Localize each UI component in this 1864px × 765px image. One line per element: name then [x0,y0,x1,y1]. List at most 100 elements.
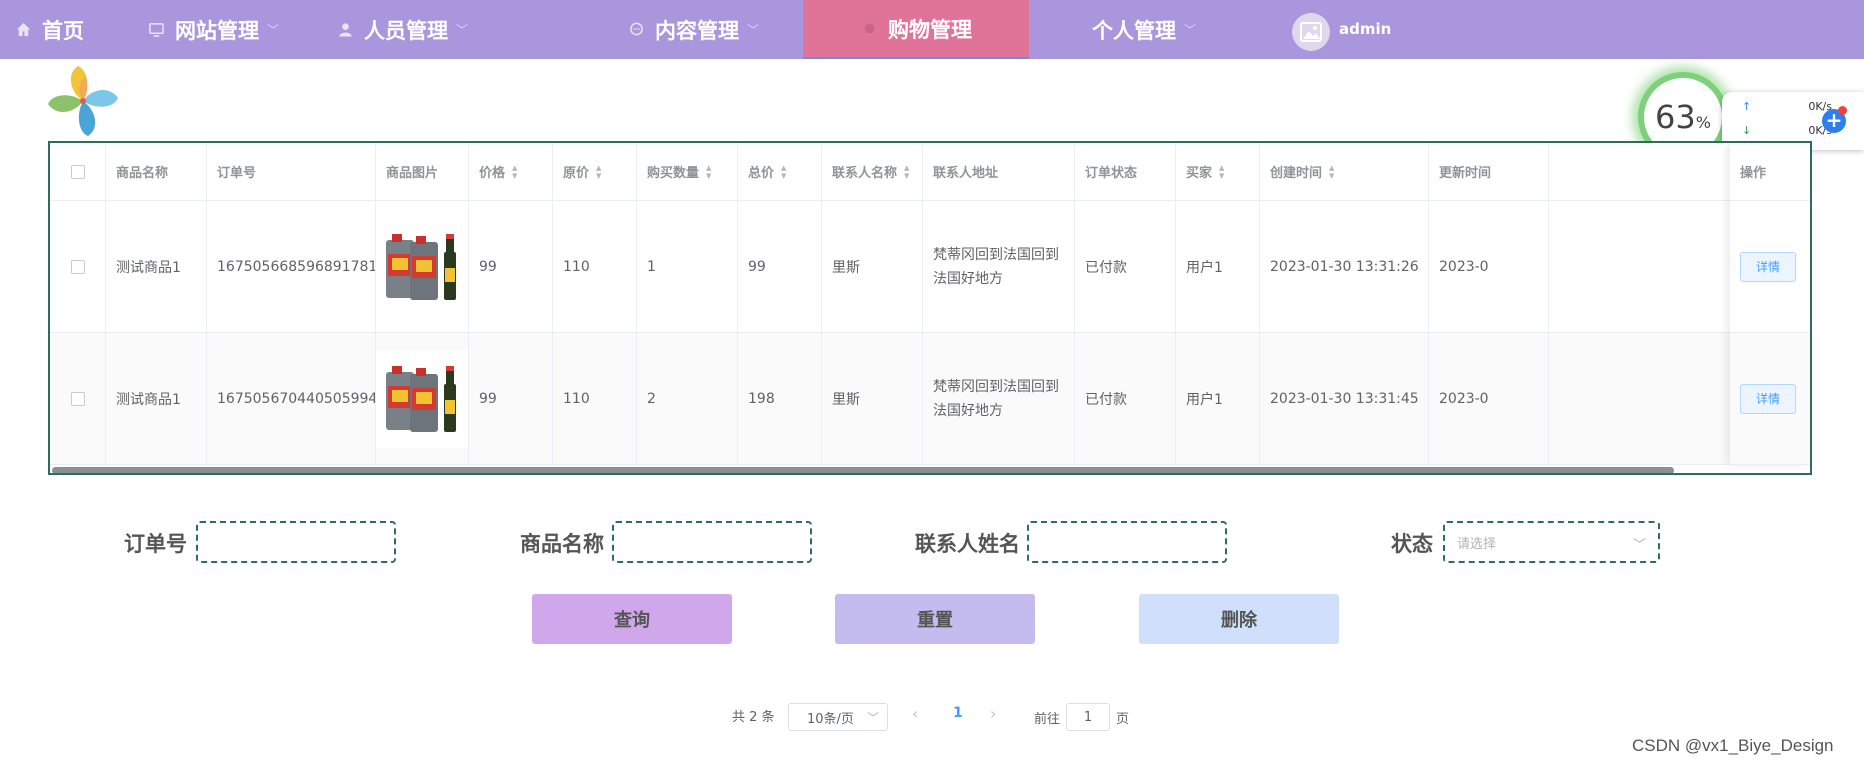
row-checkbox[interactable] [70,259,85,274]
orders-table: 商品名称 订单号 商品图片 价格 ▲ ▼ 原价 ▲ ▼ 购买数量 ▲ ▼ 总价 ▲ ▼ 联系人名… [48,141,1812,475]
download-speed-row: ↓ 0K/s [1742,124,1832,137]
sort-icon[interactable]: ▲ ▼ [781,164,786,180]
nav-people-management-label: 人员管理 [364,18,448,43]
col-buyer[interactable]: 买家 ▲ ▼ [1176,143,1260,200]
col-order-status: 订单状态 [1075,143,1176,200]
sort-icon[interactable]: ▲ ▼ [512,164,517,180]
delete-button[interactable]: 删除 [1139,594,1339,644]
nav-home[interactable]: 首页 [14,0,84,59]
detail-button[interactable]: 详情 [1740,383,1796,414]
soy-sauce-image [386,365,456,432]
chevron-down-icon: ﹀ [1632,538,1646,553]
cell-quantity: 1 [637,201,738,332]
cell-total: 198 [738,333,822,464]
operations-column: 操作 详情 详情 [1730,143,1810,465]
sort-icon[interactable]: ▲ ▼ [1219,164,1224,180]
select-all-cell [50,143,106,200]
col-original-price[interactable]: 原价 ▲ ▼ [553,143,637,200]
row-checkbox[interactable] [70,391,85,406]
cell-contact-name: 里斯 [822,333,923,464]
cell-contact-name: 里斯 [822,201,923,332]
watermark: CSDN @vx1_Biye_Design [1632,736,1834,755]
status-label: 状态 [1391,532,1433,556]
cell-price: 99 [469,333,553,464]
cell-updated-time: 2023-0 [1429,201,1549,332]
home-icon [14,21,32,39]
nav-content-management[interactable]: 内容管理 ﹀ [627,0,759,59]
page-number-current[interactable]: 1 [953,705,963,721]
cell-quantity: 2 [637,333,738,464]
status-select[interactable]: 请选择 ﹀ [1443,521,1660,563]
nav-site-management[interactable]: 网站管理 ﹀ [147,0,279,59]
chevron-down-icon: ﹀ [456,23,469,37]
col-updated-time[interactable]: 更新时间 [1429,143,1549,200]
page-size-value: 10条/页 [807,711,854,727]
product-image[interactable] [376,349,468,448]
product-name-input[interactable] [612,521,812,563]
horizontal-scrollbar[interactable] [52,467,1674,473]
user-icon [336,21,354,39]
sort-icon[interactable]: ▲ ▼ [904,164,909,180]
notification-dot [1838,106,1847,115]
goto-label: 前往 [1034,712,1061,727]
table-header: 商品名称 订单号 商品图片 价格 ▲ ▼ 原价 ▲ ▼ 购买数量 ▲ ▼ 总价 ▲ ▼ 联系人名… [50,143,1810,201]
nav-personal-management[interactable]: 个人管理 ﹀ [1092,0,1196,59]
pagination-total: 共 2 条 [732,710,775,725]
table-row: 测试商品1 1675056704405059947 99 110 2 198 里… [50,333,1810,465]
arrow-down-icon: ↓ [1742,124,1752,137]
goto-page-input[interactable]: 1 [1066,703,1110,731]
speed-percent: 63 [1655,98,1696,136]
cell-price: 99 [469,201,553,332]
sort-icon[interactable]: ▲ ▼ [1329,164,1334,180]
shopping-icon [860,20,878,38]
cell-product-name: 测试商品1 [106,201,207,332]
cell-product-name: 测试商品1 [106,333,207,464]
pinwheel-logo [40,60,126,142]
avatar[interactable] [1292,13,1330,51]
detail-button[interactable]: 详情 [1740,251,1796,282]
user-name[interactable]: admin [1339,20,1391,38]
nav-shopping-management[interactable]: 购物管理 [803,0,1029,59]
speed-percent-unit: % [1695,112,1711,132]
image-icon [1300,22,1322,42]
col-contact-name[interactable]: 联系人名称 ▲ ▼ [822,143,923,200]
row-select-cell [50,333,106,464]
order-no-input[interactable] [196,521,396,563]
col-created-time[interactable]: 创建时间 ▲ ▼ [1260,143,1429,200]
col-quantity[interactable]: 购买数量 ▲ ▼ [637,143,738,200]
next-page-icon[interactable]: › [990,704,996,723]
chevron-down-icon: ﹀ [747,23,760,37]
nav-personal-management-label: 个人管理 [1092,18,1176,43]
col-contact-address: 联系人地址 [923,143,1075,200]
product-image[interactable] [376,217,468,316]
cell-order-no: 1675056685968917816 [207,201,376,332]
nav-people-management[interactable]: 人员管理 ﹀ [336,0,468,59]
cell-contact-address: 梵蒂冈回到法国回到法国好地方 [923,201,1075,332]
query-button[interactable]: 查询 [532,594,732,644]
top-nav: 首页 网站管理 ﹀ 人员管理 ﹀ 内容管理 ﹀ 购物管理 个人管理 ﹀ admi… [0,0,1864,59]
sort-icon[interactable]: ▲ ▼ [596,164,601,180]
cell-buyer: 用户1 [1176,333,1260,464]
sort-icon[interactable]: ▲ ▼ [706,164,711,180]
cell-product-image [376,333,469,464]
soy-sauce-image [386,233,456,300]
status-placeholder: 请选择 [1457,536,1497,552]
select-all-checkbox[interactable] [70,164,85,179]
reset-button[interactable]: 重置 [835,594,1035,644]
col-total[interactable]: 总价 ▲ ▼ [738,143,822,200]
cell-order-status: 已付款 [1075,333,1176,464]
page-size-select[interactable]: 10条/页 ﹀ [788,703,888,731]
operations-cell: 详情 [1730,333,1810,465]
cell-order-status: 已付款 [1075,201,1176,332]
nav-home-label: 首页 [42,18,84,43]
table-row: 测试商品1 1675056685968917816 99 110 1 99 里斯… [50,201,1810,333]
col-product-image: 商品图片 [376,143,469,200]
col-price[interactable]: 价格 ▲ ▼ [469,143,553,200]
col-order-no: 订单号 [207,143,376,200]
nav-content-management-label: 内容管理 [655,18,739,43]
monitor-icon [147,21,165,39]
cell-contact-address: 梵蒂冈回到法国回到法国好地方 [923,333,1075,464]
contact-name-input[interactable] [1027,521,1227,563]
prev-page-icon[interactable]: ‹ [912,704,918,723]
chevron-down-icon: ﹀ [1184,23,1197,37]
